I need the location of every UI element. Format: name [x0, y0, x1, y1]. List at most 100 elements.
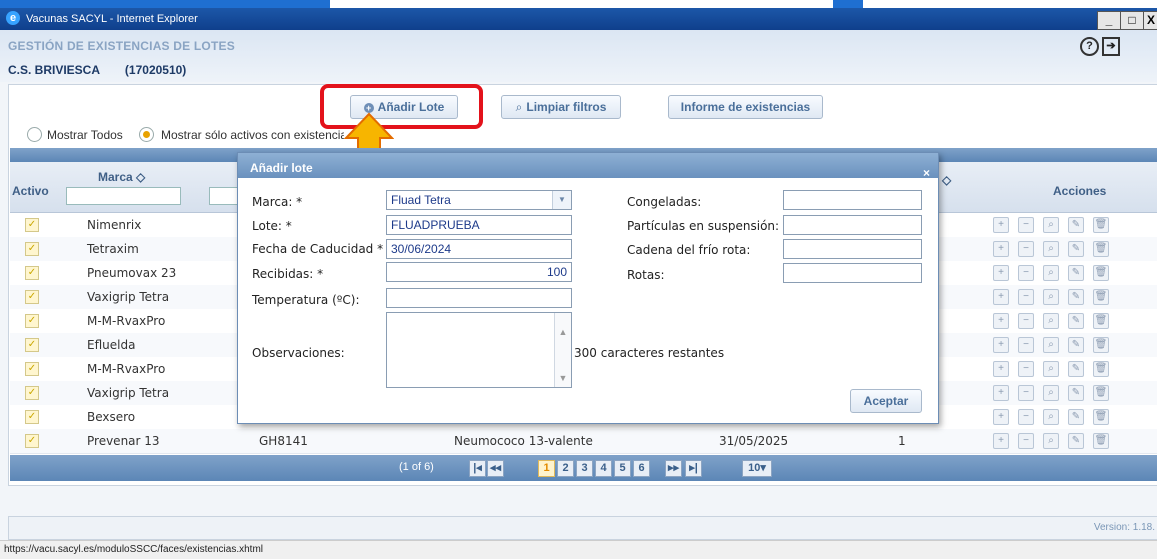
close-window-button[interactable]: X	[1143, 11, 1157, 30]
caducidad-input[interactable]: 30/06/2024	[386, 239, 572, 259]
remove-icon[interactable]: −	[1018, 217, 1034, 233]
edit-icon[interactable]: ✎	[1068, 289, 1084, 305]
search-icon[interactable]: ⌕	[1043, 265, 1059, 281]
particulas-input[interactable]	[783, 215, 922, 235]
add-icon[interactable]: +	[993, 265, 1009, 281]
edit-icon[interactable]: ✎	[1068, 433, 1084, 449]
next-page-button[interactable]: ▸▸	[665, 460, 682, 477]
active-checkbox[interactable]: ✓	[25, 410, 39, 424]
active-checkbox[interactable]: ✓	[25, 242, 39, 256]
edit-icon[interactable]: ✎	[1068, 241, 1084, 257]
active-checkbox[interactable]: ✓	[25, 314, 39, 328]
page-button[interactable]: 5	[614, 460, 631, 477]
active-checkbox[interactable]: ✓	[25, 386, 39, 400]
scrollbar[interactable]: ▲ ▼	[554, 313, 571, 387]
rotas-input[interactable]	[783, 263, 922, 283]
delete-icon[interactable]: 🗑	[1093, 433, 1109, 449]
recibidas-input[interactable]: 100	[386, 262, 572, 282]
search-icon[interactable]: ⌕	[1043, 241, 1059, 257]
logout-icon[interactable]: ➔	[1102, 37, 1120, 56]
delete-icon[interactable]: 🗑	[1093, 241, 1109, 257]
remove-icon[interactable]: −	[1018, 289, 1034, 305]
delete-icon[interactable]: 🗑	[1093, 361, 1109, 377]
lote-input[interactable]: FLUADPRUEBA	[386, 215, 572, 235]
help-icon[interactable]: ?	[1080, 37, 1099, 56]
congeladas-input[interactable]	[783, 190, 922, 210]
active-checkbox[interactable]: ✓	[25, 338, 39, 352]
remove-icon[interactable]: −	[1018, 361, 1034, 377]
add-lote-dialog: Añadir lote × Marca: * Fluad Tetra ▼ Lot…	[237, 152, 939, 424]
first-page-button[interactable]: |◂	[469, 460, 486, 477]
remove-icon[interactable]: −	[1018, 409, 1034, 425]
remove-icon[interactable]: −	[1018, 313, 1034, 329]
search-icon[interactable]: ⌕	[1043, 217, 1059, 233]
dialog-close-icon[interactable]: ×	[923, 158, 930, 188]
temperatura-input[interactable]	[386, 288, 572, 308]
remove-icon[interactable]: −	[1018, 241, 1034, 257]
sort-icon[interactable]: ◇	[942, 173, 951, 187]
edit-icon[interactable]: ✎	[1068, 217, 1084, 233]
table-row[interactable]: ✓ Prevenar 13 GH8141 Neumococo 13-valente 31…	[10, 429, 1157, 454]
search-icon[interactable]: ⌕	[1043, 385, 1059, 401]
show-all-radio[interactable]	[27, 127, 42, 142]
minimize-button[interactable]: _	[1097, 11, 1121, 30]
add-icon[interactable]: +	[993, 217, 1009, 233]
add-icon[interactable]: +	[993, 289, 1009, 305]
stock-report-button[interactable]: Informe de existencias	[668, 95, 823, 119]
prev-page-button[interactable]: ◂◂	[487, 460, 504, 477]
edit-icon[interactable]: ✎	[1068, 337, 1084, 353]
delete-icon[interactable]: 🗑	[1093, 313, 1109, 329]
delete-icon[interactable]: 🗑	[1093, 385, 1109, 401]
active-checkbox[interactable]: ✓	[25, 434, 39, 448]
marca-filter-input[interactable]	[66, 187, 181, 205]
edit-icon[interactable]: ✎	[1068, 409, 1084, 425]
observaciones-textarea[interactable]: ▲ ▼	[386, 312, 572, 388]
remove-icon[interactable]: −	[1018, 337, 1034, 353]
edit-icon[interactable]: ✎	[1068, 385, 1084, 401]
maximize-button[interactable]: □	[1120, 11, 1144, 30]
clear-filters-button[interactable]: ⌕ Limpiar filtros	[501, 95, 621, 119]
delete-icon[interactable]: 🗑	[1093, 265, 1109, 281]
remove-icon[interactable]: −	[1018, 265, 1034, 281]
edit-icon[interactable]: ✎	[1068, 313, 1084, 329]
remove-icon[interactable]: −	[1018, 385, 1034, 401]
last-page-button[interactable]: ▸|	[685, 460, 702, 477]
page-button[interactable]: 1	[538, 460, 555, 477]
active-checkbox[interactable]: ✓	[25, 362, 39, 376]
page-button[interactable]: 4	[595, 460, 612, 477]
add-icon[interactable]: +	[993, 409, 1009, 425]
search-icon[interactable]: ⌕	[1043, 433, 1059, 449]
show-active-radio[interactable]	[139, 127, 154, 142]
add-icon[interactable]: +	[993, 241, 1009, 257]
active-checkbox[interactable]: ✓	[25, 266, 39, 280]
edit-icon[interactable]: ✎	[1068, 361, 1084, 377]
search-icon[interactable]: ⌕	[1043, 361, 1059, 377]
column-activo[interactable]: Activo	[12, 184, 49, 198]
add-icon[interactable]: +	[993, 313, 1009, 329]
lote-cell: GH8141	[259, 434, 308, 448]
active-checkbox[interactable]: ✓	[25, 218, 39, 232]
add-icon[interactable]: +	[993, 433, 1009, 449]
search-icon[interactable]: ⌕	[1043, 337, 1059, 353]
page-button[interactable]: 2	[557, 460, 574, 477]
active-checkbox[interactable]: ✓	[25, 290, 39, 304]
add-icon[interactable]: +	[993, 385, 1009, 401]
search-icon[interactable]: ⌕	[1043, 289, 1059, 305]
search-icon[interactable]: ⌕	[1043, 313, 1059, 329]
remove-icon[interactable]: −	[1018, 433, 1034, 449]
search-icon[interactable]: ⌕	[1043, 409, 1059, 425]
page-button[interactable]: 6	[633, 460, 650, 477]
delete-icon[interactable]: 🗑	[1093, 337, 1109, 353]
add-icon[interactable]: +	[993, 337, 1009, 353]
add-icon[interactable]: +	[993, 361, 1009, 377]
delete-icon[interactable]: 🗑	[1093, 289, 1109, 305]
accept-button[interactable]: Aceptar	[850, 389, 922, 413]
per-page-select[interactable]: 10▾	[742, 460, 772, 477]
marca-select[interactable]: Fluad Tetra ▼	[386, 190, 572, 210]
page-button[interactable]: 3	[576, 460, 593, 477]
edit-icon[interactable]: ✎	[1068, 265, 1084, 281]
cadena-input[interactable]	[783, 239, 922, 259]
column-marca[interactable]: Marca ◇	[98, 170, 145, 184]
delete-icon[interactable]: 🗑	[1093, 409, 1109, 425]
delete-icon[interactable]: 🗑	[1093, 217, 1109, 233]
